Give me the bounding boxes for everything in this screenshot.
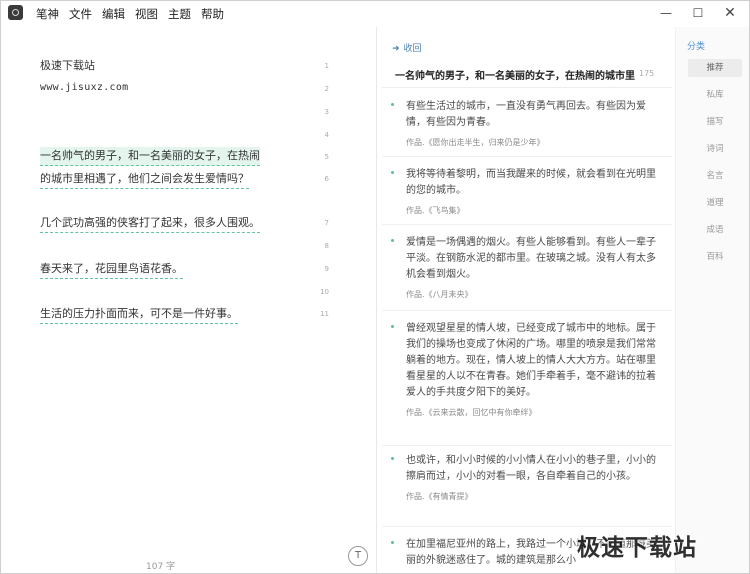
suggestion-item[interactable]: 我将等待着黎明，而当我醒来的时候，就会看到在光明里的您的城市。 作品.《飞鸟集》 xyxy=(391,167,661,216)
category-quotes[interactable]: 名言 xyxy=(688,167,742,185)
editor-line-highlighted[interactable]: 一名帅气的男子，和一名美丽的女子，在热闹 xyxy=(40,147,260,166)
line-number: 3 xyxy=(324,108,329,116)
category-header: 分类 xyxy=(687,42,706,52)
suggestion-item[interactable]: 有些生活过的城市，一直没有勇气再回去。有些因为爱情，有些因为青春。 作品.《愿你… xyxy=(391,99,661,148)
suggestion-item[interactable]: 也或许，和小小时候的小小情人在小小的巷子里，小小的擦肩而过，小小的对看一眼，各自… xyxy=(391,453,661,502)
category-poetry[interactable]: 诗词 xyxy=(688,140,742,158)
watermark: 极速下载站 xyxy=(577,535,697,561)
line-number: 2 xyxy=(324,85,329,93)
arrow-right-icon: ➜ xyxy=(392,44,400,54)
suggestion-source: 作品.《八月未央》 xyxy=(406,290,473,299)
category-private[interactable]: 私库 xyxy=(688,86,742,104)
suggestion-text: 我将等待着黎明，而当我醒来的时候，就会看到在光明里的您的城市。 xyxy=(406,169,656,196)
suggestion-item[interactable]: 曾经观望星星的情人坡，已经变成了城市中的地标。属于我们的操场也变成了休闲的广场。… xyxy=(391,321,661,418)
result-count: 175 xyxy=(639,69,655,78)
suggestion-text: 有些生活过的城市，一直没有勇气再回去。有些因为爱情，有些因为青春。 xyxy=(406,101,646,128)
text-format-button[interactable]: T xyxy=(348,546,368,566)
divider xyxy=(382,156,672,157)
panel-title: 一名帅气的男子，和一名美丽的女子，在热闹的城市里 xyxy=(395,71,635,82)
category-principles[interactable]: 道理 xyxy=(688,194,742,212)
suggestion-text: 爱情是一场偶遇的烟火。有些人能够看到。有些人一辈子平淡。在钢筋水泥的都市里。在玻… xyxy=(406,237,656,280)
line-number: 7 xyxy=(324,219,329,227)
app-window: 笔神 文件 编辑 视图 主题 帮助 — ☐ ✕ 极速下载站 www.jisuxz… xyxy=(0,0,750,574)
suggestion-source: 作品.《飞鸟集》 xyxy=(406,206,465,215)
menu-item-bishen[interactable]: 笔神 xyxy=(35,6,60,22)
divider xyxy=(382,526,672,527)
menu-item-file[interactable]: 文件 xyxy=(68,6,93,22)
close-button[interactable]: ✕ xyxy=(716,3,744,23)
divider xyxy=(382,445,672,446)
bullet-icon xyxy=(391,171,394,174)
editor-line[interactable]: 生活的压力扑面而来，可不是一件好事。 xyxy=(40,305,238,324)
category-encyclopedia[interactable]: 百科 xyxy=(688,248,742,266)
menu-bar: 笔神 文件 编辑 视图 主题 帮助 xyxy=(35,6,225,22)
bullet-icon xyxy=(391,239,394,242)
line-number: 9 xyxy=(324,265,329,273)
suggestion-source: 作品.《有情青提》 xyxy=(406,492,473,501)
line-number: 11 xyxy=(320,310,329,318)
line-number: 10 xyxy=(320,288,329,296)
editor-line[interactable]: www.jisuxz.com xyxy=(40,82,129,95)
line-number: 4 xyxy=(324,131,329,139)
divider xyxy=(382,224,672,225)
editor-line[interactable]: 的城市里相遇了，他们之间会发生爱情吗？ xyxy=(40,170,249,189)
category-recommend[interactable]: 推荐 xyxy=(688,59,742,77)
collapse-button[interactable]: ➜ 收回 xyxy=(392,41,422,54)
menu-item-edit[interactable]: 编辑 xyxy=(101,6,126,22)
word-count: 107 字 xyxy=(146,562,176,572)
divider xyxy=(382,87,672,88)
bullet-icon xyxy=(391,541,394,544)
line-number: 1 xyxy=(324,62,329,70)
line-number: 8 xyxy=(324,242,329,250)
menu-item-view[interactable]: 视图 xyxy=(134,6,159,22)
category-idioms[interactable]: 成语 xyxy=(688,221,742,239)
suggestion-source: 作品.《云来云散，回忆中有你牵绊》 xyxy=(406,408,537,417)
bullet-icon xyxy=(391,103,394,106)
line-number: 6 xyxy=(324,175,329,183)
editor-line[interactable]: 几个武功高强的侠客打了起来，很多人围观。 xyxy=(40,214,260,233)
bullet-icon xyxy=(391,457,394,460)
editor-line[interactable]: 极速下载站 xyxy=(40,57,95,75)
menu-item-help[interactable]: 帮助 xyxy=(200,6,225,22)
suggestion-text: 也或许，和小小时候的小小情人在小小的巷子里，小小的擦肩而过，小小的对看一眼，各自… xyxy=(406,455,656,482)
collapse-label: 收回 xyxy=(403,44,422,54)
menu-item-theme[interactable]: 主题 xyxy=(167,6,192,22)
bullet-icon xyxy=(391,325,394,328)
category-sidebar: 分类 推荐 私库 描写 诗词 名言 道理 成语 百科 xyxy=(675,27,749,573)
editor-line[interactable]: 春天来了，花园里鸟语花香。 xyxy=(40,260,183,279)
text-editor[interactable]: 极速下载站 www.jisuxz.com 一名帅气的男子，和一名美丽的女子，在热… xyxy=(1,27,376,573)
maximize-button[interactable]: ☐ xyxy=(684,3,712,23)
suggestion-text: 曾经观望星星的情人坡，已经变成了城市中的地标。属于我们的操场也变成了休闲的广场。… xyxy=(406,323,656,398)
suggestion-item[interactable]: 爱情是一场偶遇的烟火。有些人能够看到。有些人一辈子平淡。在钢筋水泥的都市里。在玻… xyxy=(391,235,661,300)
category-description[interactable]: 描写 xyxy=(688,113,742,131)
app-logo-icon xyxy=(8,5,23,20)
suggestion-panel: ➜ 收回 一名帅气的男子，和一名美丽的女子，在热闹的城市里 175 有些生活过的城… xyxy=(377,27,675,573)
title-bar: 笔神 文件 编辑 视图 主题 帮助 — ☐ ✕ xyxy=(1,1,749,27)
suggestion-source: 作品.《愿你出走半生，归来仍是少年》 xyxy=(406,138,545,147)
line-number: 5 xyxy=(324,153,329,161)
minimize-button[interactable]: — xyxy=(652,3,680,23)
divider xyxy=(382,310,672,311)
